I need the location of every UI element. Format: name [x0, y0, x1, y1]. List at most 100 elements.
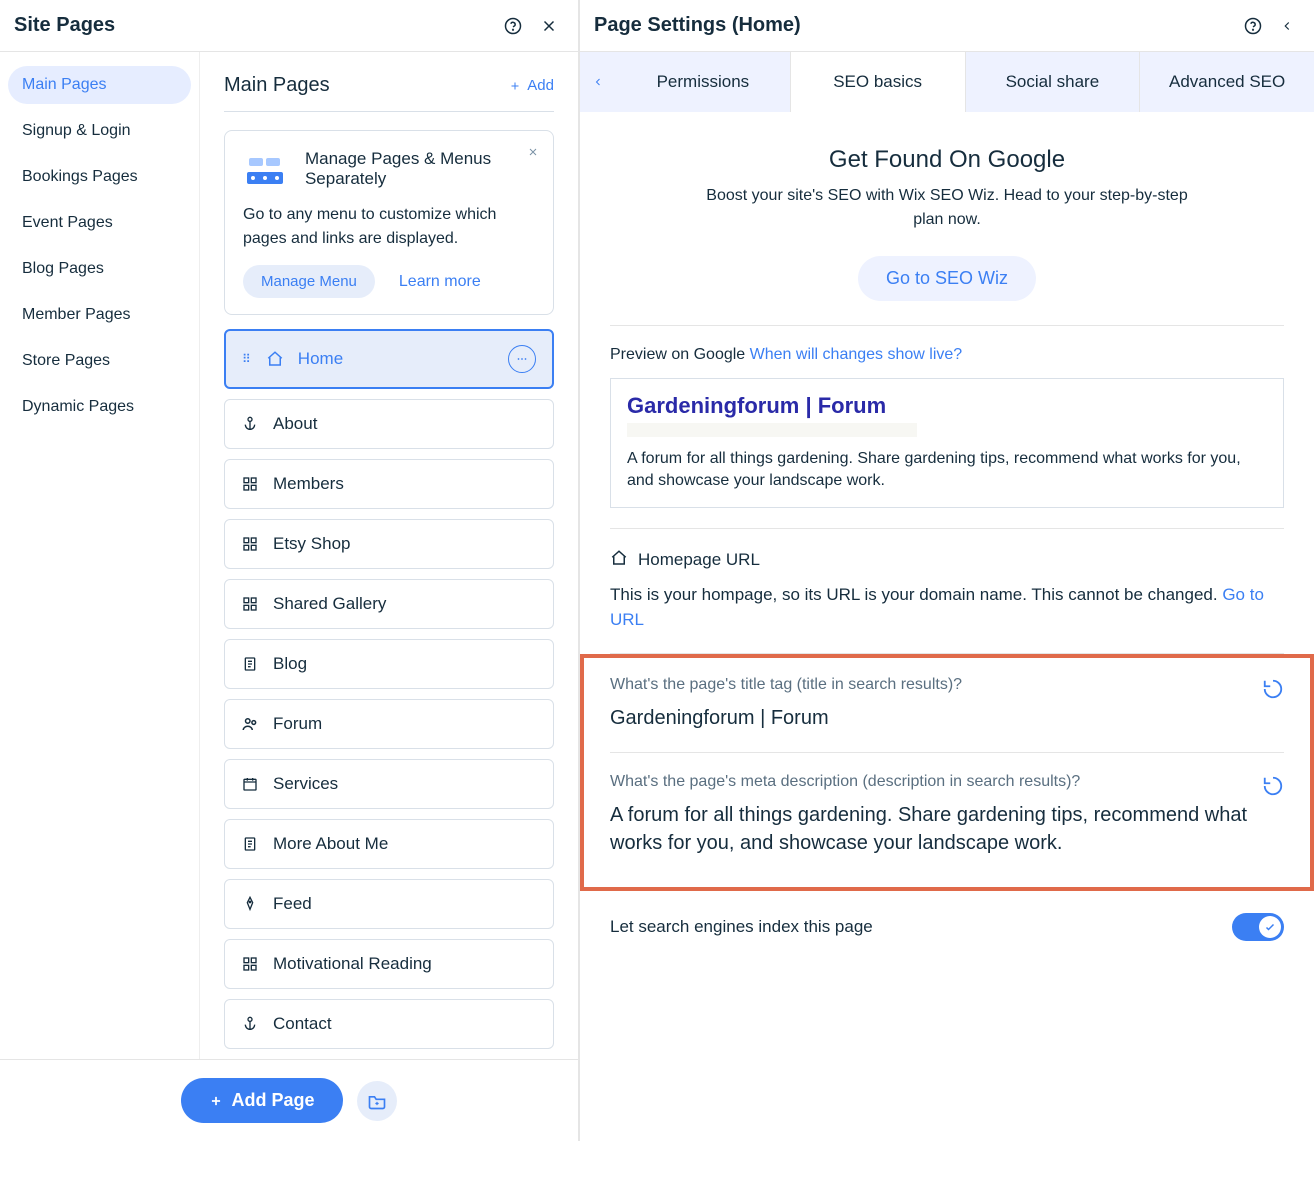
reset-title-icon[interactable] [1262, 676, 1284, 705]
check-icon [1259, 916, 1281, 938]
category-item[interactable]: Event Pages [8, 204, 191, 242]
index-toggle[interactable] [1232, 913, 1284, 941]
bottom-bar: Add Page [0, 1059, 578, 1141]
manage-menus-card: Manage Pages & Menus Separately Go to an… [224, 130, 554, 315]
pen-icon [241, 895, 259, 913]
pages-col-title: Main Pages [224, 74, 330, 97]
seo-wiz-button[interactable]: Go to SEO Wiz [858, 256, 1036, 301]
page-item[interactable]: Services [224, 759, 554, 809]
info-card-desc: Go to any menu to customize which pages … [243, 203, 535, 251]
page-item-label: Home [298, 349, 343, 369]
page-item-label: Services [273, 774, 338, 794]
pages-column: Main Pages Add Manag [200, 52, 578, 1059]
page-item-label: Motivational Reading [273, 954, 432, 974]
category-item[interactable]: Member Pages [8, 296, 191, 334]
back-icon[interactable] [1280, 19, 1294, 33]
drag-handle-icon[interactable]: ⠿ [242, 352, 252, 366]
page-item[interactable]: Forum [224, 699, 554, 749]
seo-hero-title: Get Found On Google [610, 146, 1284, 174]
seo-hero: Get Found On Google Boost your site's SE… [610, 136, 1284, 326]
page-settings-header: Page Settings (Home) [580, 0, 1314, 52]
close-icon[interactable] [540, 17, 558, 35]
meta-desc-input[interactable]: A forum for all things gardening. Share … [610, 801, 1248, 857]
site-pages-header: Site Pages [0, 0, 578, 52]
page-item-label: About [273, 414, 317, 434]
tabs-scroll-left[interactable] [580, 52, 616, 112]
reset-meta-icon[interactable] [1262, 773, 1284, 802]
page-item-label: Shared Gallery [273, 594, 386, 614]
page-item[interactable]: Feed [224, 879, 554, 929]
seo-hero-desc: Boost your site's SEO with Wix SEO Wiz. … [697, 184, 1197, 232]
home-icon [610, 549, 628, 572]
add-link[interactable]: Add [509, 77, 554, 94]
page-item-label: Contact [273, 1014, 332, 1034]
preview-label: Preview on Google When will changes show… [610, 346, 1284, 364]
page-item-label: More About Me [273, 834, 388, 854]
site-pages-title: Site Pages [14, 14, 115, 37]
page-item-label: Members [273, 474, 344, 494]
title-tag-label: What's the page's title tag (title in se… [610, 676, 1248, 694]
manage-menu-button[interactable]: Manage Menu [243, 265, 375, 298]
page-item[interactable]: Members [224, 459, 554, 509]
help-icon[interactable] [504, 17, 522, 35]
google-preview-box: Gardeningforum | Forum A forum for all t… [610, 378, 1284, 508]
category-item[interactable]: Bookings Pages [8, 158, 191, 196]
index-label: Let search engines index this page [610, 917, 873, 937]
page-item[interactable]: About [224, 399, 554, 449]
meta-desc-label: What's the page's meta description (desc… [610, 773, 1248, 791]
page-item-label: Feed [273, 894, 312, 914]
page-item[interactable]: More About Me [224, 819, 554, 869]
page-item-label: Forum [273, 714, 322, 734]
page-item[interactable]: Shared Gallery [224, 579, 554, 629]
seo-fields-highlight: What's the page's title tag (title in se… [580, 654, 1314, 891]
people-icon [241, 715, 259, 733]
category-item[interactable]: Main Pages [8, 66, 191, 104]
preview-url-placeholder [627, 423, 917, 437]
page-settings-panel: Page Settings (Home) Permissions SEO bas… [580, 0, 1314, 1141]
category-item[interactable]: Dynamic Pages [8, 388, 191, 426]
page-more-button[interactable] [508, 345, 536, 373]
grid-icon [241, 955, 259, 973]
tab-seo-basics[interactable]: SEO basics [791, 52, 966, 112]
preview-changes-link[interactable]: When will changes show live? [750, 346, 963, 363]
info-card-title: Manage Pages & Menus Separately [305, 149, 535, 193]
doc-icon [241, 835, 259, 853]
tab-advanced-seo[interactable]: Advanced SEO [1140, 52, 1314, 112]
settings-tabs: Permissions SEO basics Social share Adva… [580, 52, 1314, 112]
page-item[interactable]: Blog [224, 639, 554, 689]
page-item-label: Etsy Shop [273, 534, 351, 554]
add-folder-button[interactable] [357, 1081, 397, 1121]
category-item[interactable]: Store Pages [8, 342, 191, 380]
category-item[interactable]: Blog Pages [8, 250, 191, 288]
url-label: Homepage URL [638, 550, 760, 570]
tab-social-share[interactable]: Social share [966, 52, 1141, 112]
homepage-url-section: Homepage URL This is your hompage, so it… [610, 529, 1284, 654]
google-preview-section: Preview on Google When will changes show… [610, 326, 1284, 529]
page-item-label: Blog [273, 654, 307, 674]
preview-desc: A forum for all things gardening. Share … [627, 448, 1267, 493]
page-item[interactable]: Etsy Shop [224, 519, 554, 569]
url-desc: This is your hompage, so its URL is your… [610, 582, 1284, 633]
page-item[interactable]: Motivational Reading [224, 939, 554, 989]
help-icon[interactable] [1244, 17, 1262, 35]
doc-icon [241, 655, 259, 673]
anchor-icon [241, 1015, 259, 1033]
close-icon[interactable] [527, 145, 539, 163]
menu-illustration-icon [243, 149, 287, 193]
grid-icon [241, 535, 259, 553]
calendar-icon [241, 775, 259, 793]
title-tag-input[interactable]: Gardeningforum | Forum [610, 704, 1248, 732]
page-categories: Main Pages Signup & Login Bookings Pages Ev… [0, 52, 200, 1059]
home-icon [266, 350, 284, 368]
learn-more-link[interactable]: Learn more [399, 273, 481, 291]
category-item[interactable]: Signup & Login [8, 112, 191, 150]
add-page-button[interactable]: Add Page [181, 1078, 342, 1123]
page-item[interactable]: ⠿ Home [224, 329, 554, 389]
index-row: Let search engines index this page [610, 891, 1284, 941]
page-list: ⠿ Home About Members Etsy Shop Shared Gallery… [224, 329, 554, 1059]
page-item[interactable]: Contact [224, 999, 554, 1049]
preview-title: Gardeningforum | Forum [627, 393, 1267, 419]
anchor-icon [241, 415, 259, 433]
tab-permissions[interactable]: Permissions [616, 52, 791, 112]
grid-icon [241, 475, 259, 493]
